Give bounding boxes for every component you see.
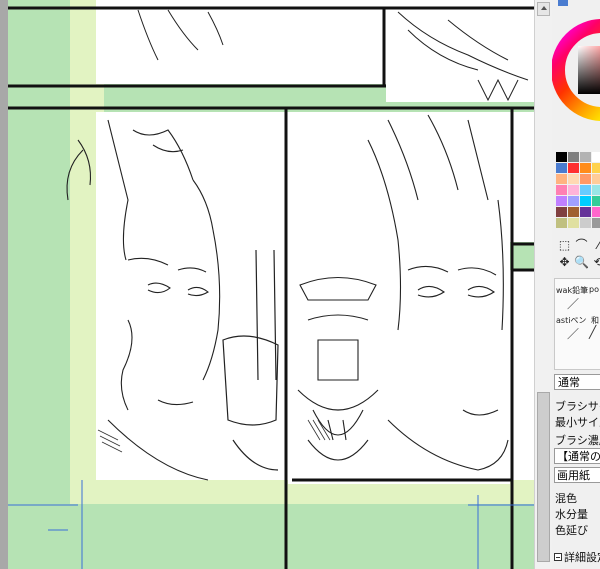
color-swatch[interactable]	[592, 174, 600, 184]
detail-settings-label: 詳細設定	[564, 551, 600, 564]
panel-right-strip-paper	[510, 112, 534, 242]
trim-guides	[8, 480, 534, 569]
panel-top-paper	[96, 0, 386, 84]
color-swatch[interactable]	[568, 163, 579, 173]
color-swatch[interactable]	[556, 218, 567, 228]
panel-top-right-paper	[386, 0, 534, 102]
color-swatch[interactable]	[556, 163, 567, 173]
color-swatch[interactable]	[580, 174, 591, 184]
color-swatch[interactable]	[580, 196, 591, 206]
detail-settings-button[interactable]: 詳細設定	[554, 549, 600, 565]
zoom-tool-icon[interactable]: 🔍	[573, 253, 590, 270]
tool-panel: ⬚⌒⁄ ✥🔍⟲ wak鉛筆 ／ po astiペン ／ 和 ╱ 通常 ブラシサイズ…	[552, 0, 600, 569]
color-swatch[interactable]	[592, 218, 600, 228]
color-swatch[interactable]	[580, 163, 591, 173]
brush-grid: wak鉛筆 ／ po astiペン ／ 和 ╱	[554, 278, 600, 370]
color-swatch[interactable]	[592, 196, 600, 206]
color-swatches	[556, 152, 600, 228]
color-swatch[interactable]	[568, 185, 579, 195]
panel-right-paper	[288, 112, 510, 484]
color-swatch[interactable]	[568, 207, 579, 217]
rotate-tool-icon[interactable]: ⟲	[590, 253, 600, 270]
texture-select[interactable]: 画用紙	[554, 467, 600, 483]
color-swatch[interactable]	[568, 196, 579, 206]
collapse-icon	[554, 553, 562, 561]
blend-mode-select[interactable]: 通常	[554, 374, 600, 390]
color-swatch[interactable]	[580, 185, 591, 195]
blending-label[interactable]: 混色	[555, 490, 577, 506]
color-wheel[interactable]	[552, 0, 600, 150]
toolbox: ⬚ ⌒ ⁄ ✥ 🔍 ⟲	[556, 236, 600, 270]
color-swatch[interactable]	[556, 152, 567, 162]
brush-size-label[interactable]: ブラシサイズ	[555, 398, 600, 414]
color-swatch[interactable]	[580, 218, 591, 228]
color-swatch[interactable]	[556, 174, 567, 184]
color-swatch[interactable]	[580, 152, 591, 162]
water-amount-label[interactable]: 水分量	[555, 506, 588, 522]
min-size-label[interactable]: 最小サイズ	[555, 414, 600, 430]
color-swatch[interactable]	[580, 207, 591, 217]
pen-icon: ／	[567, 327, 580, 341]
window-left-edge	[0, 0, 8, 569]
color-swatch[interactable]	[592, 207, 600, 217]
color-swatch[interactable]	[556, 207, 567, 217]
brush-density-label[interactable]: ブラシ濃度	[555, 432, 600, 448]
manga-line-art	[8, 0, 534, 569]
color-swatch[interactable]	[568, 152, 579, 162]
color-swatch[interactable]	[556, 185, 567, 195]
color-swatch[interactable]	[568, 218, 579, 228]
color-swatch[interactable]	[592, 163, 600, 173]
pencil-icon: ／	[567, 297, 580, 311]
panel-right-lower-paper	[510, 270, 534, 480]
vertical-scrollbar[interactable]	[534, 0, 553, 569]
brush-label-1[interactable]: po	[589, 285, 599, 294]
scroll-thumb[interactable]	[537, 392, 550, 562]
magic-wand-icon[interactable]: ⁄	[590, 236, 600, 253]
lasso-tool-icon[interactable]: ⌒	[573, 236, 590, 253]
color-swatch[interactable]	[592, 185, 600, 195]
selection-tool-icon[interactable]: ⬚	[556, 236, 573, 253]
scroll-up-button[interactable]	[537, 2, 550, 16]
color-swatch[interactable]	[556, 196, 567, 206]
brush-shape-select[interactable]: 【通常の円	[554, 448, 600, 464]
color-swatch[interactable]	[568, 174, 579, 184]
ink-brush-icon: ╱	[589, 325, 597, 339]
drawing-canvas[interactable]	[8, 0, 534, 569]
color-extension-label[interactable]: 色延び	[555, 522, 588, 538]
move-tool-icon[interactable]: ✥	[556, 253, 573, 270]
color-swatch[interactable]	[592, 152, 600, 162]
